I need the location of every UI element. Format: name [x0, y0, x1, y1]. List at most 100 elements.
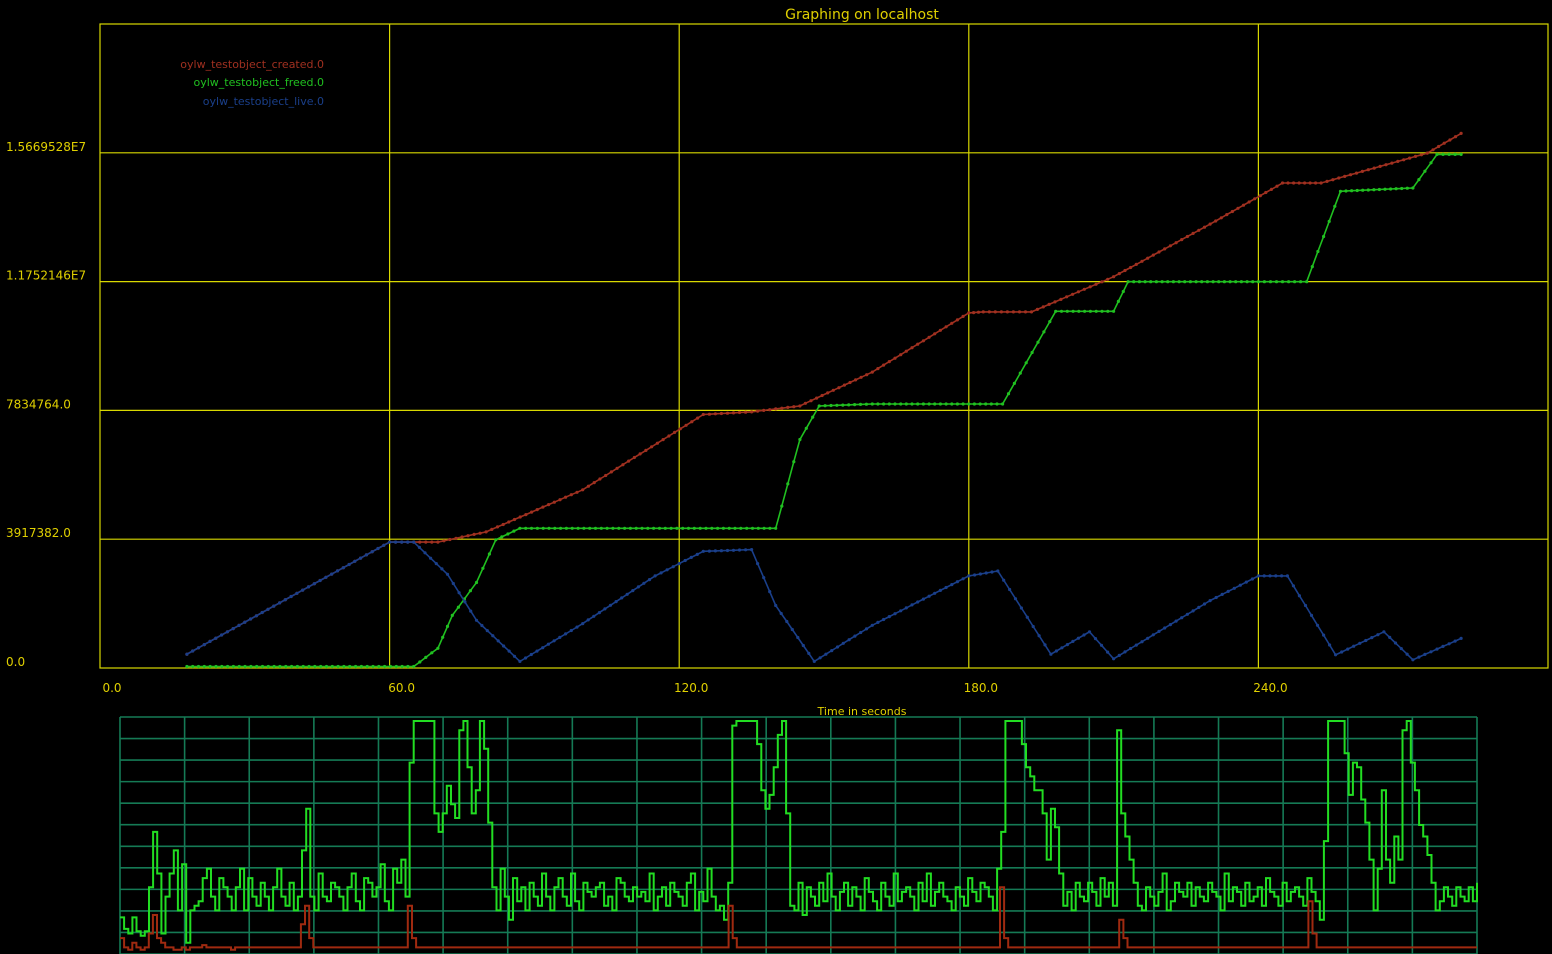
data-point: [1151, 633, 1155, 637]
data-point: [512, 529, 516, 533]
data-point: [445, 624, 450, 629]
data-point: [383, 664, 387, 669]
data-point: [1399, 647, 1403, 651]
y-tick-label: 0.0: [6, 655, 25, 669]
data-point: [684, 423, 688, 427]
data-point: [655, 441, 660, 445]
data-point: [1121, 289, 1125, 294]
data-point: [1197, 228, 1201, 232]
data-point: [1297, 594, 1301, 598]
data-point: [779, 611, 783, 616]
data-point: [598, 477, 602, 481]
data-point: [512, 517, 517, 522]
data-point: [750, 526, 755, 530]
data-point: [815, 396, 819, 400]
data-point: [1174, 241, 1178, 245]
data-point: [254, 614, 258, 618]
data-point: [967, 311, 971, 315]
data-point: [588, 526, 592, 530]
data-point: [434, 562, 438, 566]
data-point: [1250, 577, 1254, 581]
data-point: [586, 484, 591, 488]
data-point: [785, 619, 789, 624]
data-point: [853, 634, 857, 638]
data-point: [938, 328, 943, 332]
data-point: [961, 402, 965, 406]
data-point: [485, 629, 489, 633]
data-point: [1163, 247, 1167, 251]
data-point: [1447, 642, 1451, 646]
data-point: [581, 488, 585, 492]
data-point: [546, 642, 551, 646]
data-point: [1327, 219, 1331, 223]
data-point: [774, 526, 778, 530]
data-point: [220, 633, 224, 637]
data-point: [570, 526, 574, 530]
data-point: [1396, 159, 1400, 163]
data-point: [731, 411, 736, 415]
data-point: [1200, 280, 1204, 284]
data-point: [440, 567, 444, 571]
data-point: [801, 643, 805, 648]
data-point: [1071, 639, 1075, 644]
data-point: [1417, 178, 1421, 182]
data-point: [1180, 616, 1184, 620]
data-point: [981, 310, 985, 314]
data-point: [620, 596, 624, 600]
data-point: [882, 363, 886, 367]
data-point: [478, 531, 482, 535]
data-point: [1349, 173, 1353, 177]
data-point: [701, 412, 705, 417]
data-point: [673, 430, 677, 434]
data-point: [677, 562, 681, 566]
data-point: [348, 664, 352, 669]
data-point: [944, 325, 948, 329]
data-point: [698, 526, 702, 530]
data-point: [647, 578, 652, 582]
data-point: [1258, 194, 1262, 198]
data-point: [208, 639, 212, 644]
y-tick-label: 1.1752146E7: [6, 269, 86, 283]
data-point: [278, 664, 282, 669]
data-point: [451, 581, 455, 586]
data-point: [1082, 287, 1086, 291]
data-point: [318, 578, 322, 583]
data-point: [1256, 574, 1260, 578]
data-point: [255, 664, 259, 669]
data-point: [469, 609, 473, 613]
data-point: [1256, 280, 1260, 284]
data-point: [927, 402, 931, 406]
data-point: [826, 391, 830, 395]
data-point: [609, 470, 614, 474]
data-point: [377, 664, 381, 669]
data-point: [487, 552, 491, 556]
data-point: [196, 664, 201, 669]
data-point: [266, 664, 270, 669]
data-point: [692, 526, 696, 530]
data-point: [480, 623, 484, 628]
data-point: [1337, 176, 1341, 180]
data-point: [804, 426, 808, 430]
data-point: [762, 526, 766, 530]
data-point: [1106, 309, 1110, 313]
data-point: [490, 527, 494, 532]
data-point: [1094, 309, 1098, 313]
data-point: [313, 664, 317, 669]
data-point: [1191, 231, 1195, 235]
data-point: [289, 594, 293, 599]
data-point: [768, 526, 772, 530]
data-point: [1225, 213, 1229, 217]
data-point: [1065, 643, 1069, 647]
data-point: [1140, 640, 1144, 644]
data-point: [1041, 305, 1045, 309]
data-point: [818, 656, 822, 660]
data-point: [675, 526, 679, 530]
data-point: [780, 504, 784, 508]
data-point: [1291, 584, 1295, 588]
data-point: [463, 600, 467, 604]
data-point: [1411, 186, 1415, 190]
data-point: [1117, 653, 1121, 658]
data-point: [547, 526, 551, 530]
data-point: [1174, 619, 1178, 623]
data-point: [472, 532, 476, 537]
